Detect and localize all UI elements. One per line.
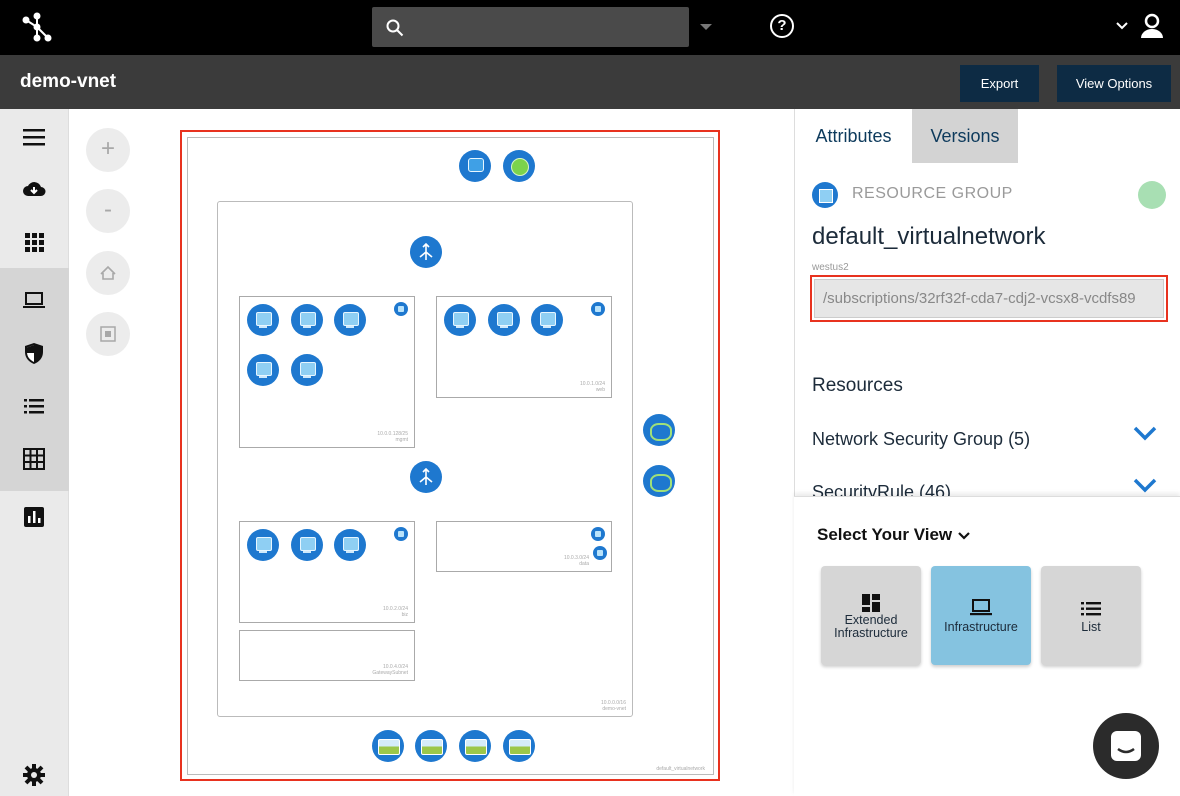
resource-list-clip: SecurityRule (46): [795, 469, 1180, 496]
subnet-label: 10.0.0.128/25 mgmt: [377, 431, 408, 443]
view-option-label: List: [1081, 620, 1101, 634]
subnet-biz[interactable]: 10.0.2.0/24 biz: [239, 521, 415, 623]
subnet-label: 10.0.1.0/24 web: [579, 381, 605, 393]
vm-icon[interactable]: [531, 304, 563, 336]
search-dropdown-caret-icon[interactable]: [700, 24, 712, 30]
title-bar: demo-vnet Export View Options: [0, 55, 1180, 109]
app-logo-icon[interactable]: [20, 12, 54, 42]
subnet-label: 10.0.3.0/24 data: [563, 555, 589, 567]
chat-launcher-button[interactable]: [1093, 713, 1159, 779]
resource-item-securityrule[interactable]: SecurityRule (46): [812, 482, 951, 496]
zoom-in-button[interactable]: +: [86, 128, 130, 172]
center-icon: [100, 326, 116, 342]
status-indicator: [1138, 181, 1166, 209]
chat-icon: [1111, 731, 1141, 761]
view-selector-heading: Select Your View: [817, 525, 953, 544]
vnet-container[interactable]: 10.0.0.128/25 mgmt 10.0.1.0/24 web 10.0.2.…: [217, 201, 633, 717]
list-icon: [1081, 602, 1101, 616]
route-table-icon[interactable]: [503, 150, 535, 182]
vm-icon[interactable]: [334, 304, 366, 336]
resource-id-highlight: /subscriptions/32rf32f-cda7-cdj2-vcsx8-v…: [810, 275, 1168, 322]
vm-icon[interactable]: [488, 304, 520, 336]
chevron-down-icon[interactable]: [1133, 425, 1157, 441]
chevron-down-icon[interactable]: [1133, 477, 1157, 493]
grid-blocks-icon: [862, 594, 880, 612]
nsg-icon[interactable]: [591, 527, 605, 541]
view-option-infrastructure[interactable]: Infrastructure: [931, 566, 1031, 665]
subnet-gatewaysubnet[interactable]: 10.0.4.0/24 GatewaySubnet: [239, 630, 415, 681]
subnet-web[interactable]: 10.0.1.0/24 web: [436, 296, 612, 398]
storage-account-icon[interactable]: [459, 730, 491, 762]
vnet-peering-icon[interactable]: [643, 414, 675, 446]
vm-icon[interactable]: [247, 529, 279, 561]
fit-view-button[interactable]: [86, 251, 130, 295]
export-button[interactable]: Export: [960, 65, 1039, 102]
storage-account-icon[interactable]: [415, 730, 447, 762]
resources-heading: Resources: [812, 375, 903, 396]
table-grid-icon[interactable]: [22, 447, 46, 471]
apps-grid-icon[interactable]: [22, 230, 46, 254]
view-option-extended-infrastructure[interactable]: Extended Infrastructure: [821, 566, 921, 665]
view-option-list[interactable]: List: [1041, 566, 1141, 665]
tab-versions[interactable]: Versions: [912, 109, 1018, 163]
subnet-mgmt[interactable]: 10.0.0.128/25 mgmt: [239, 296, 415, 448]
vm-icon[interactable]: [291, 304, 323, 336]
chevron-down-icon[interactable]: [1116, 22, 1128, 30]
laptop-icon[interactable]: [22, 288, 46, 312]
resource-name: default_virtualnetwork: [812, 223, 1046, 250]
vnet-peering-icon[interactable]: [643, 465, 675, 497]
vm-icon[interactable]: [291, 354, 323, 386]
vm-icon[interactable]: [247, 354, 279, 386]
fit-view-icon: [100, 265, 116, 280]
resource-group-icon: [812, 182, 838, 208]
zoom-out-button[interactable]: -: [86, 189, 130, 233]
report-chart-icon[interactable]: [22, 505, 46, 529]
view-option-label: Infrastructure: [834, 626, 908, 640]
diagram-selection-frame[interactable]: 10.0.0.128/25 mgmt 10.0.1.0/24 web 10.0.2.…: [180, 130, 720, 781]
resource-group-container[interactable]: 10.0.0.128/25 mgmt 10.0.1.0/24 web 10.0.2.…: [187, 137, 714, 775]
vm-icon[interactable]: [444, 304, 476, 336]
vpn-gateway-icon[interactable]: [459, 150, 491, 182]
resource-group-label: default_virtualnetwork: [656, 766, 705, 772]
left-sidebar: [0, 109, 69, 796]
subnet-label: 10.0.2.0/24 biz: [382, 606, 408, 618]
tab-attributes[interactable]: Attributes: [795, 109, 912, 163]
list-icon[interactable]: [22, 394, 46, 418]
nsg-icon[interactable]: [394, 527, 408, 541]
help-icon[interactable]: ?: [770, 14, 794, 38]
vnet-label: 10.0.0.0/16 demo-vnet: [600, 700, 626, 712]
page-title: demo-vnet: [20, 71, 117, 92]
subnet-label: 10.0.4.0/24 GatewaySubnet: [372, 664, 408, 676]
nsg-icon[interactable]: [591, 302, 605, 316]
center-view-button[interactable]: [86, 312, 130, 356]
settings-gear-icon[interactable]: [22, 763, 46, 787]
database-icon[interactable]: [593, 546, 607, 560]
resource-id-field[interactable]: /subscriptions/32rf32f-cda7-cdj2-vcsx8-v…: [814, 279, 1164, 318]
shield-icon[interactable]: [22, 341, 46, 365]
vm-icon[interactable]: [247, 304, 279, 336]
storage-account-icon[interactable]: [372, 730, 404, 762]
laptop-icon: [970, 599, 992, 616]
load-balancer-icon[interactable]: [410, 461, 442, 493]
resource-type-label: RESOURCE GROUP: [852, 185, 1013, 202]
search-box[interactable]: [372, 7, 689, 47]
nsg-icon[interactable]: [394, 302, 408, 316]
load-balancer-icon[interactable]: [410, 236, 442, 268]
menu-icon[interactable]: [22, 125, 46, 149]
resource-item-nsg[interactable]: Network Security Group (5): [812, 429, 1030, 450]
view-option-label: Infrastructure: [944, 620, 1018, 634]
search-icon: [386, 19, 404, 37]
top-navigation-bar: ?: [0, 0, 1180, 55]
cloud-download-icon[interactable]: [22, 177, 46, 201]
search-input[interactable]: [416, 7, 676, 47]
subnet-data[interactable]: 10.0.3.0/24 data: [436, 521, 612, 572]
view-selector-toggle[interactable]: Select Your View: [817, 525, 970, 545]
storage-account-icon[interactable]: [503, 730, 535, 762]
vm-icon[interactable]: [291, 529, 323, 561]
region-label: westus2: [812, 262, 849, 273]
vm-icon[interactable]: [334, 529, 366, 561]
view-options-button[interactable]: View Options: [1057, 65, 1171, 102]
chevron-down-icon: [958, 531, 970, 540]
user-icon[interactable]: [1139, 13, 1165, 39]
